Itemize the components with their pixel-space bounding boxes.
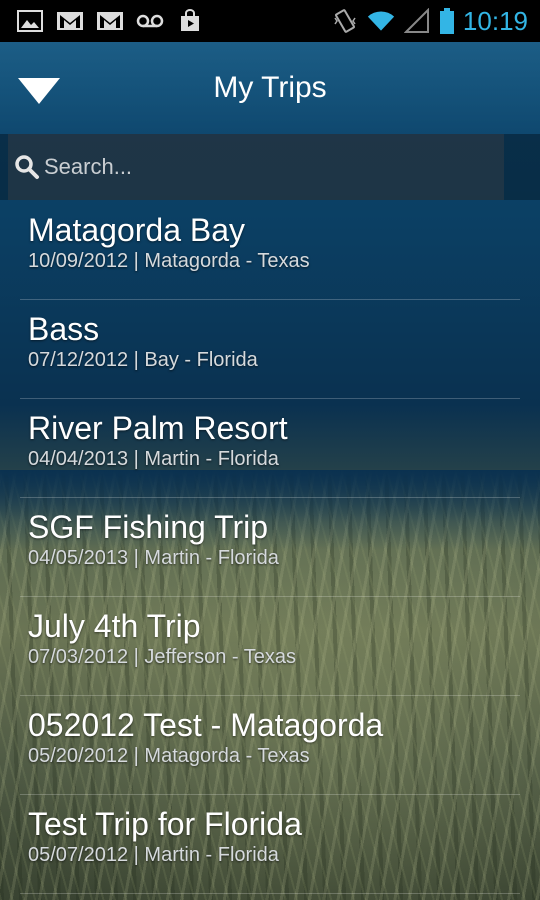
signal-icon — [403, 8, 431, 33]
trip-list-item[interactable]: Matagorda Bay 10/09/2012 | Matagorda - T… — [0, 201, 540, 300]
gallery-icon — [16, 9, 44, 33]
battery-icon — [439, 8, 455, 34]
trip-list-item[interactable]: SGF Fishing Trip 04/05/2013 | Martin - F… — [0, 498, 540, 597]
gmail-icon — [56, 9, 84, 33]
clock-time: 10:19 — [462, 5, 528, 36]
trip-name: River Palm Resort — [28, 410, 288, 446]
trip-list-item[interactable]: Bass 07/12/2012 | Bay - Florida — [0, 300, 540, 399]
trip-details: 10/09/2012 | Matagorda - Texas — [28, 250, 310, 272]
gmail-icon — [96, 9, 124, 33]
trip-list-item[interactable]: July 4th Trip 07/03/2012 | Jefferson - T… — [0, 597, 540, 696]
trip-name: July 4th Trip — [28, 608, 201, 644]
store-icon — [176, 9, 204, 33]
trip-details: 04/05/2013 | Martin - Florida — [28, 547, 279, 569]
trip-name: 052012 Test - Matagorda — [28, 707, 384, 743]
search-bar — [0, 134, 540, 200]
search-icon — [14, 154, 40, 180]
screen: 10:19 My Trips Matagorda Bay 10/09/2012 … — [0, 0, 540, 900]
trip-details: 04/04/2013 | Martin - Florida — [28, 448, 279, 470]
search-input[interactable] — [42, 153, 486, 181]
trip-details: 07/12/2012 | Bay - Florida — [28, 349, 258, 371]
action-bar: My Trips — [0, 42, 540, 134]
trip-details: 05/07/2012 | Martin - Florida — [28, 844, 279, 866]
trip-name: Test Trip for Florida — [28, 806, 302, 842]
trip-name: Matagorda Bay — [28, 212, 246, 248]
trip-name: Bass — [28, 311, 100, 347]
trip-details: 07/03/2012 | Jefferson - Texas — [28, 646, 296, 668]
trip-list-item[interactable]: Test Trip for Florida 05/07/2012 | Marti… — [0, 795, 540, 894]
page-title: My Trips — [213, 71, 327, 104]
menu-toggle-button[interactable] — [16, 76, 62, 106]
trip-list: Matagorda Bay 10/09/2012 | Matagorda - T… — [0, 201, 540, 894]
status-bar: 10:19 — [0, 0, 540, 42]
wifi-icon — [367, 9, 395, 33]
search-field-container[interactable] — [8, 134, 504, 200]
trip-list-item[interactable]: 052012 Test - Matagorda 05/20/2012 | Mat… — [0, 696, 540, 795]
trip-list-item[interactable]: River Palm Resort 04/04/2013 | Martin - … — [0, 399, 540, 498]
voicemail-icon — [136, 9, 164, 33]
trip-name: SGF Fishing Trip — [28, 509, 269, 545]
vibrate-icon — [331, 9, 359, 33]
triangle-down-icon — [18, 78, 60, 104]
trip-details: 05/20/2012 | Matagorda - Texas — [28, 745, 310, 767]
